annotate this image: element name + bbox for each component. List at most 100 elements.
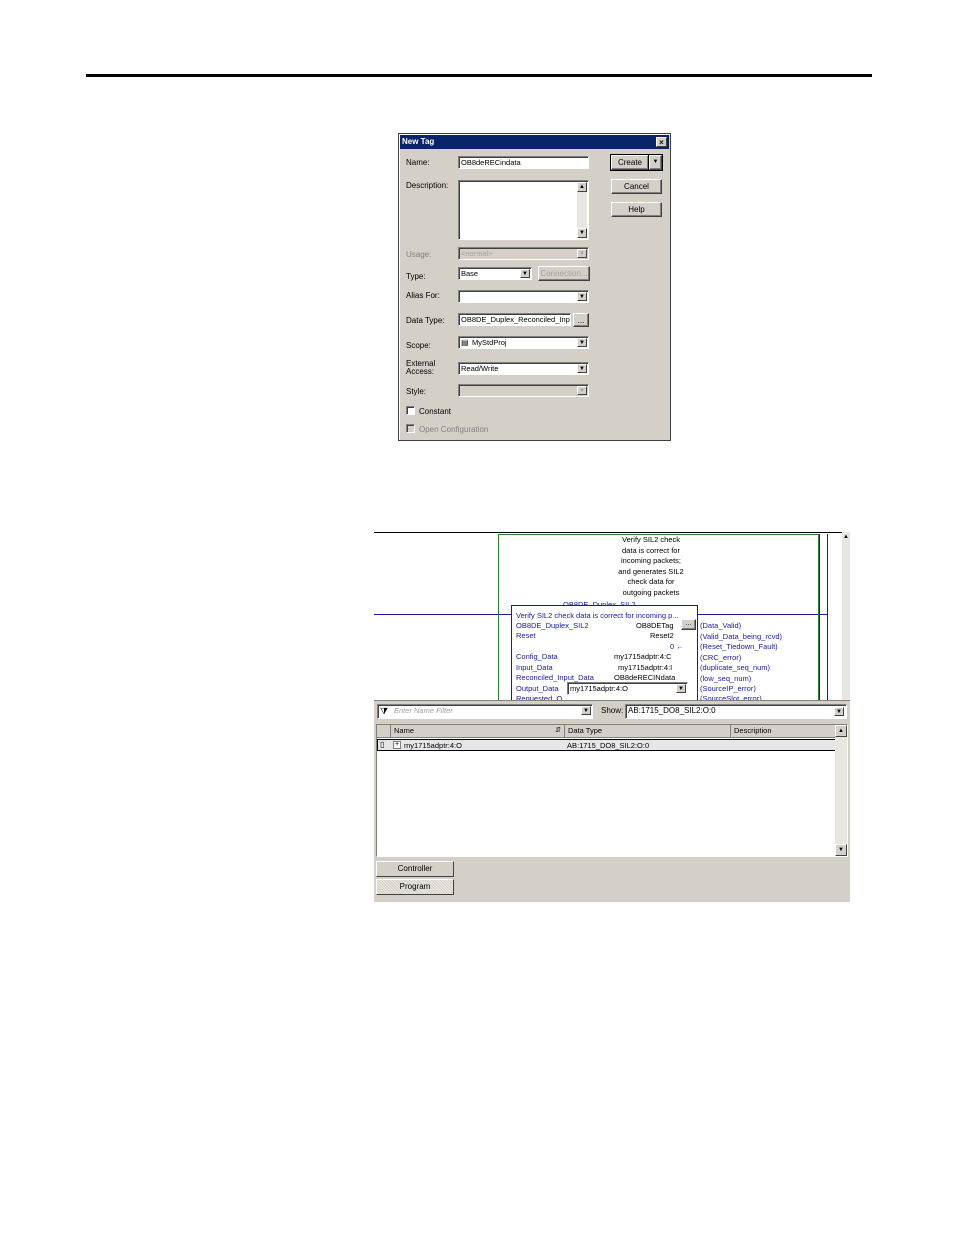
scope-select[interactable]: ▤ MyStdProj ▼	[458, 336, 589, 349]
chevron-down-icon[interactable]: ▼	[520, 269, 530, 278]
scroll-up-icon[interactable]: ▲	[835, 725, 847, 737]
row-selector-header	[377, 725, 391, 738]
param-value: 0 ←	[670, 642, 684, 651]
data-type-input[interactable]: OB8DE_Duplex_Reconciled_Inp	[458, 313, 571, 326]
description-scrollbar[interactable]: ▲ ▼	[577, 182, 587, 238]
rung-comment-line: outgoing packets	[622, 587, 680, 597]
output-data-tag-value: my1715adptr:4:O	[570, 684, 628, 693]
scroll-down-icon[interactable]: ▼	[577, 228, 587, 238]
rung-comment-line: incoming packets;	[620, 556, 682, 565]
data-type-label: Data Type:	[406, 316, 445, 325]
rung-comment: Verify SIL2 check data is correct for in…	[600, 535, 702, 598]
scroll-up-icon[interactable]: ▲	[842, 534, 850, 540]
external-access-label-line2: Access:	[406, 367, 435, 376]
output-coil[interactable]: (Data_Valid)	[700, 621, 741, 630]
column-header-description[interactable]: Description	[731, 725, 837, 738]
chevron-down-icon[interactable]: ▼	[676, 684, 686, 693]
alias-for-label: Alias For:	[406, 291, 440, 300]
chevron-down-icon[interactable]: ▼	[577, 292, 587, 301]
table-row[interactable]: ▯ + my1715adptr:4:O AB:1715_DO8_SIL2:O:0	[377, 739, 837, 751]
alias-for-select[interactable]: ▼	[458, 290, 589, 303]
constant-label: Constant	[419, 407, 452, 416]
param-browse-button[interactable]: ...	[681, 619, 696, 630]
editor-top-edge	[374, 532, 850, 533]
chevron-down-icon[interactable]: ▼	[834, 707, 844, 716]
description-textarea[interactable]: ▲ ▼	[458, 180, 589, 240]
output-coil[interactable]: (Valid_Data_being_rcvd)	[700, 632, 782, 641]
help-button[interactable]: Help	[611, 202, 662, 217]
param-name: Reconciled_Input_Data	[516, 673, 594, 682]
row-data-type: AB:1715_DO8_SIL2:O:0	[567, 741, 650, 750]
output-data-tag-select[interactable]: my1715adptr:4:O ▼	[567, 682, 688, 695]
scope-value: MyStdProj	[472, 338, 507, 347]
param-value: Reset2	[650, 631, 674, 640]
param-value: OB8DETag	[636, 621, 674, 630]
usage-select: <normal> ▼	[458, 247, 589, 260]
dialog-titlebar: New Tag ×	[400, 135, 669, 149]
output-coil[interactable]: (low_seq_num)	[700, 674, 751, 683]
output-coil[interactable]: (duplicate_seq_num)	[700, 663, 770, 672]
data-type-browse-button[interactable]: ...	[573, 313, 589, 327]
param-value: OB8deRECINdata	[614, 673, 676, 682]
style-label: Style:	[406, 387, 427, 396]
tag-grid: Name ⇵ Data Type Description ▯ + my1715a…	[376, 724, 848, 857]
description-label: Description:	[406, 181, 449, 190]
tag-grid-scrollbar[interactable]: ▲ ▼	[835, 725, 847, 856]
column-header-name[interactable]: Name ⇵	[391, 725, 565, 738]
param-value: my1715adptr:4:I	[618, 663, 673, 672]
editor-vertical-scrollbar[interactable]: ▲	[842, 532, 850, 704]
close-icon[interactable]: ×	[656, 137, 667, 147]
connection-button: Connection...	[538, 266, 590, 281]
name-filter-combo[interactable]: Enter Name Filter ⧩ ▼	[377, 704, 593, 719]
external-access-label: External Access:	[406, 360, 435, 376]
output-coil[interactable]: (SourceIP_error)	[700, 684, 756, 693]
filter-icon: ⧩	[380, 706, 389, 716]
rung-comment-line: Verify SIL2 check	[622, 535, 680, 544]
rung-wire-left	[374, 614, 511, 615]
output-coil[interactable]: (Reset_Tiedown_Fault)	[700, 642, 778, 651]
program-scope-button[interactable]: Program	[376, 879, 454, 895]
usage-value: <normal>	[461, 249, 493, 258]
external-access-select[interactable]: Read/Write ▼	[458, 362, 589, 375]
page-header-rule	[86, 74, 872, 77]
column-header-label: Name	[394, 726, 415, 735]
controller-scope-button[interactable]: Controller	[376, 861, 454, 877]
name-filter-input[interactable]: Enter Name Filter	[377, 704, 593, 719]
create-dropdown-icon[interactable]: ▼	[648, 154, 663, 171]
sort-icon[interactable]: ⇵	[555, 725, 561, 737]
show-filter-value: AB:1715_DO8_SIL2:O:0	[628, 706, 716, 715]
scroll-down-icon[interactable]: ▼	[835, 844, 847, 856]
aoi-instruction-block[interactable]: Verify SIL2 check data is correct for in…	[511, 605, 698, 705]
constant-checkbox[interactable]	[406, 406, 415, 415]
usage-label: Usage:	[406, 250, 432, 259]
param-name: Reset	[516, 631, 536, 640]
chevron-down-icon: ▼	[577, 249, 587, 258]
show-label: Show:	[601, 706, 624, 715]
scope-label: Scope:	[406, 341, 431, 350]
output-coil[interactable]: (CRC_error)	[700, 653, 741, 662]
open-configuration-label: Open Configuration	[419, 425, 489, 434]
right-power-rail	[819, 534, 820, 702]
tag-browser-popup: Enter Name Filter ⧩ ▼ Show: AB:1715_DO8_…	[374, 700, 850, 902]
rung-comment-line: data is correct for	[622, 545, 680, 555]
name-label: Name:	[406, 158, 430, 167]
chevron-down-icon[interactable]: ▼	[577, 364, 587, 373]
chevron-down-icon[interactable]: ▼	[581, 706, 591, 715]
param-value: my1715adptr:4:C	[614, 652, 672, 661]
show-filter-select[interactable]: AB:1715_DO8_SIL2:O:0 ▼	[625, 704, 847, 719]
right-rail-inner	[827, 534, 828, 702]
param-name: Output_Data	[516, 684, 559, 693]
create-button[interactable]: Create	[610, 154, 650, 171]
open-configuration-checkbox	[406, 424, 415, 433]
scroll-up-icon[interactable]: ▲	[577, 182, 587, 192]
dialog-title: New Tag	[402, 137, 435, 146]
expand-icon[interactable]: +	[393, 741, 401, 749]
chevron-down-icon: ▼	[577, 386, 587, 395]
type-select[interactable]: Base ▼	[458, 267, 532, 280]
chevron-down-icon[interactable]: ▼	[577, 338, 587, 347]
instruction-description: Verify SIL2 check data is correct for in…	[516, 611, 679, 620]
column-header-data-type[interactable]: Data Type	[565, 725, 731, 738]
external-access-value: Read/Write	[461, 364, 499, 373]
name-input[interactable]: OB8deRECindata	[458, 156, 589, 169]
cancel-button[interactable]: Cancel	[611, 179, 662, 194]
